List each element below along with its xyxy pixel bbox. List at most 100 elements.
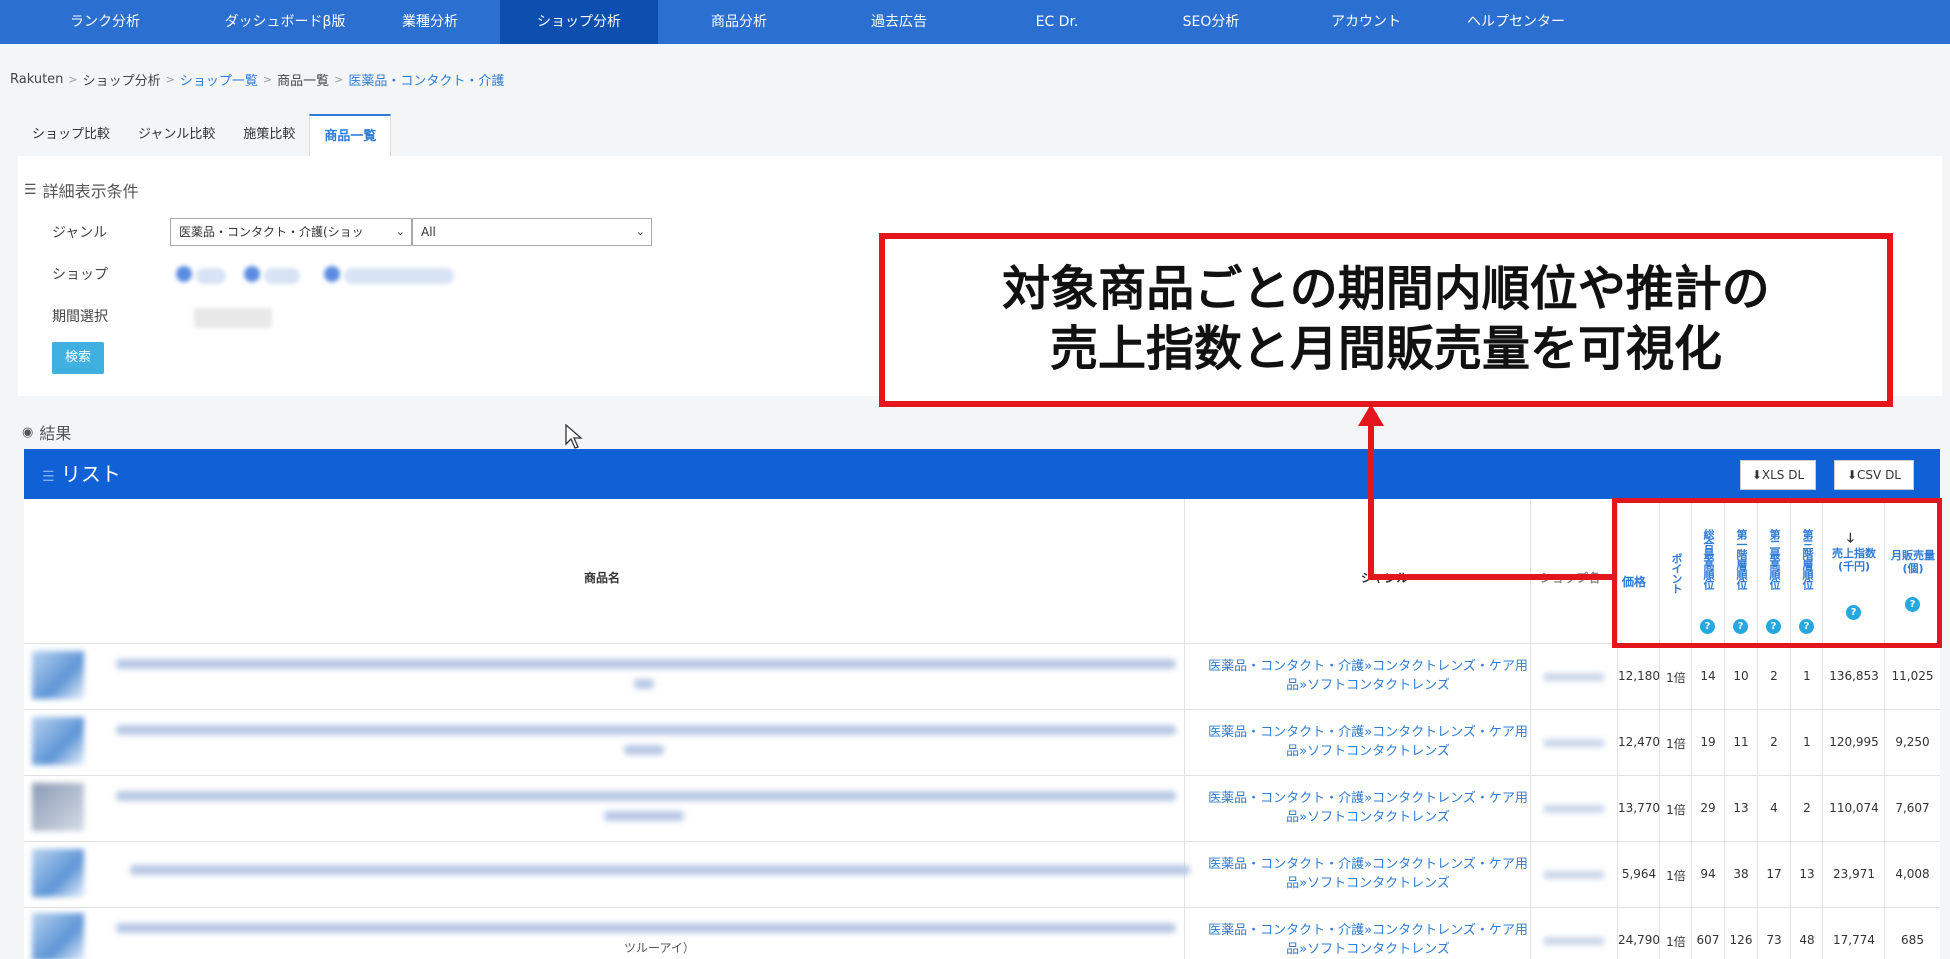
breadcrumb-genre[interactable]: 医薬品・コンタクト・介護 [348,70,504,89]
annotation-line-1: 対象商品ごとの期間内順位や推計の [1002,261,1770,317]
nav-help-center[interactable]: ヘルプセンター [1446,0,1586,44]
nav-product-analysis[interactable]: 商品分析 [658,0,820,44]
xls-download-button[interactable]: ⬇XLS DL [1740,460,1816,490]
rank-2-cell: 73 [1766,933,1782,947]
nav-ec-dr[interactable]: EC Dr. [978,0,1136,44]
highlight-box [1612,498,1942,648]
product-name-link[interactable] [624,745,664,755]
genre-select-value: 医薬品・コンタクト・介護(ショッ [179,225,364,239]
breadcrumb-product-list[interactable]: 商品一覧 [277,70,329,89]
breadcrumb-separator: > [262,73,273,86]
rank-overall-cell: 14 [1700,669,1716,683]
shop-checkbox[interactable] [176,266,192,282]
shop-name-link[interactable] [1544,871,1604,879]
nav-dashboard[interactable]: ダッシュボードβ版 [210,0,360,44]
breadcrumb-rakuten[interactable]: Rakuten [10,72,63,87]
period-select[interactable] [194,308,272,328]
product-thumbnail[interactable] [32,717,84,765]
rank-2-cell: 4 [1770,801,1778,815]
annotation-callout: 対象商品ごとの期間内順位や推計の 売上指数と月間販売量を可視化 [879,233,1893,407]
genre-cell[interactable]: 医薬品・コンタクト・介護»コンタクトレンズ・ケア用 品»ソフトコンタクトレンズ [1198,723,1538,761]
shop-checkbox[interactable] [324,266,340,282]
rank-1-cell: 13 [1733,801,1749,815]
product-name-link[interactable] [116,791,1176,801]
sales-index-cell: 136,853 [1829,669,1879,683]
sliders-icon: ☰ [24,182,37,198]
breadcrumb-shop-list[interactable]: ショップ一覧 [180,70,258,89]
rank-3-cell: 2 [1803,801,1811,815]
tab-measure-compare[interactable]: 施策比較 [229,114,309,156]
shop-label: ショップ [52,267,108,283]
sales-index-cell: 23,971 [1833,867,1875,881]
product-thumbnail[interactable] [32,913,84,959]
product-thumbnail[interactable] [32,783,84,831]
nav-account[interactable]: アカウント [1286,0,1446,44]
header-product-name[interactable]: 商品名 [584,569,620,586]
sales-index-cell: 120,995 [1829,735,1879,749]
genre-cell[interactable]: 医薬品・コンタクト・介護»コンタクトレンズ・ケア用 品»ソフトコンタクトレンズ [1198,921,1538,959]
product-name-link[interactable] [116,923,1176,933]
shop-name-link[interactable] [1544,937,1604,945]
shop-name-link[interactable] [1544,805,1604,813]
genre-text: 品»ソフトコンタクトレンズ [1286,678,1450,693]
rank-overall-cell: 19 [1700,735,1716,749]
genre-sub-select[interactable]: All ⌄ [412,218,652,246]
product-name-link[interactable] [130,865,1190,875]
price-cell: 12,470 [1618,735,1660,749]
genre-select[interactable]: 医薬品・コンタクト・介護(ショッ ⌄ [170,218,412,246]
product-name-link[interactable] [116,659,1176,669]
tab-genre-compare[interactable]: ジャンル比較 [124,114,229,156]
top-nav: ランク分析 ダッシュボードβ版 業種分析 ショップ分析 商品分析 過去広告 EC… [0,0,1950,44]
nav-shop-analysis[interactable]: ショップ分析 [500,0,658,44]
point-cell: 1倍 [1666,737,1686,751]
csv-download-button[interactable]: ⬇CSV DL [1834,460,1914,490]
search-button[interactable]: 検索 [52,342,104,374]
conditions-header[interactable]: ☰ 詳細表示条件 [24,178,139,202]
nav-rank-analysis[interactable]: ランク分析 [0,0,210,44]
product-name-link[interactable] [634,679,654,689]
breadcrumb-separator: > [68,73,78,86]
monthly-sales-cell: 7,607 [1895,801,1930,815]
product-name-link[interactable] [604,811,684,821]
shop-name-link[interactable] [1544,739,1604,747]
shop-name-link[interactable] [1544,673,1604,681]
price-cell: 13,770 [1618,801,1660,815]
rank-1-cell: 11 [1733,735,1749,749]
period-label: 期間選択 [52,309,108,325]
shop-checkbox[interactable] [244,266,260,282]
nav-industry-analysis[interactable]: 業種分析 [360,0,500,44]
genre-cell[interactable]: 医薬品・コンタクト・介護»コンタクトレンズ・ケア用 品»ソフトコンタクトレンズ [1198,789,1538,827]
chevron-down-icon: ⌄ [635,225,645,238]
genre-text: 医薬品・コンタクト・介護»コンタクトレンズ・ケア用 [1208,923,1528,938]
rank-3-cell: 48 [1799,933,1815,947]
tab-shop-compare[interactable]: ショップ比較 [18,114,124,156]
product-thumbnail[interactable] [32,651,84,699]
breadcrumb-shop-analysis[interactable]: ショップ分析 [83,70,161,89]
product-name-link[interactable] [116,725,1176,735]
point-cell: 1倍 [1666,935,1686,949]
genre-cell[interactable]: 医薬品・コンタクト・介護»コンタクトレンズ・ケア用 品»ソフトコンタクトレンズ [1198,855,1538,893]
row-divider [24,709,1940,710]
genre-sub-select-value: All [421,225,436,239]
rank-1-cell: 126 [1729,933,1753,947]
annotation-arrow-line [1368,418,1374,580]
genre-cell[interactable]: 医薬品・コンタクト・介護»コンタクトレンズ・ケア用 品»ソフトコンタクトレンズ [1198,657,1538,695]
conditions-title: 詳細表示条件 [42,182,139,201]
rank-3-cell: 1 [1803,735,1811,749]
rank-overall-cell: 607 [1696,933,1720,947]
annotation-line-2: 売上指数と月間販売量を可視化 [1049,321,1722,377]
monthly-sales-cell: 4,008 [1895,867,1930,881]
nav-seo-analysis[interactable]: SEO分析 [1136,0,1286,44]
list-title-text: リスト [60,462,121,486]
price-cell: 5,964 [1621,867,1657,881]
rank-1-cell: 10 [1733,669,1749,683]
rank-overall-cell: 29 [1700,801,1716,815]
tab-product-list[interactable]: 商品一覧 [309,114,392,156]
product-name-text[interactable]: ツルーアイ） [624,939,695,956]
rank-2-cell: 2 [1770,669,1778,683]
row-divider [24,841,1940,842]
list-title: ☰ リスト [42,449,121,502]
tab-bar: ショップ比較 ジャンル比較 施策比較 商品一覧 [18,114,392,156]
nav-past-ads[interactable]: 過去広告 [820,0,978,44]
product-thumbnail[interactable] [32,849,84,897]
